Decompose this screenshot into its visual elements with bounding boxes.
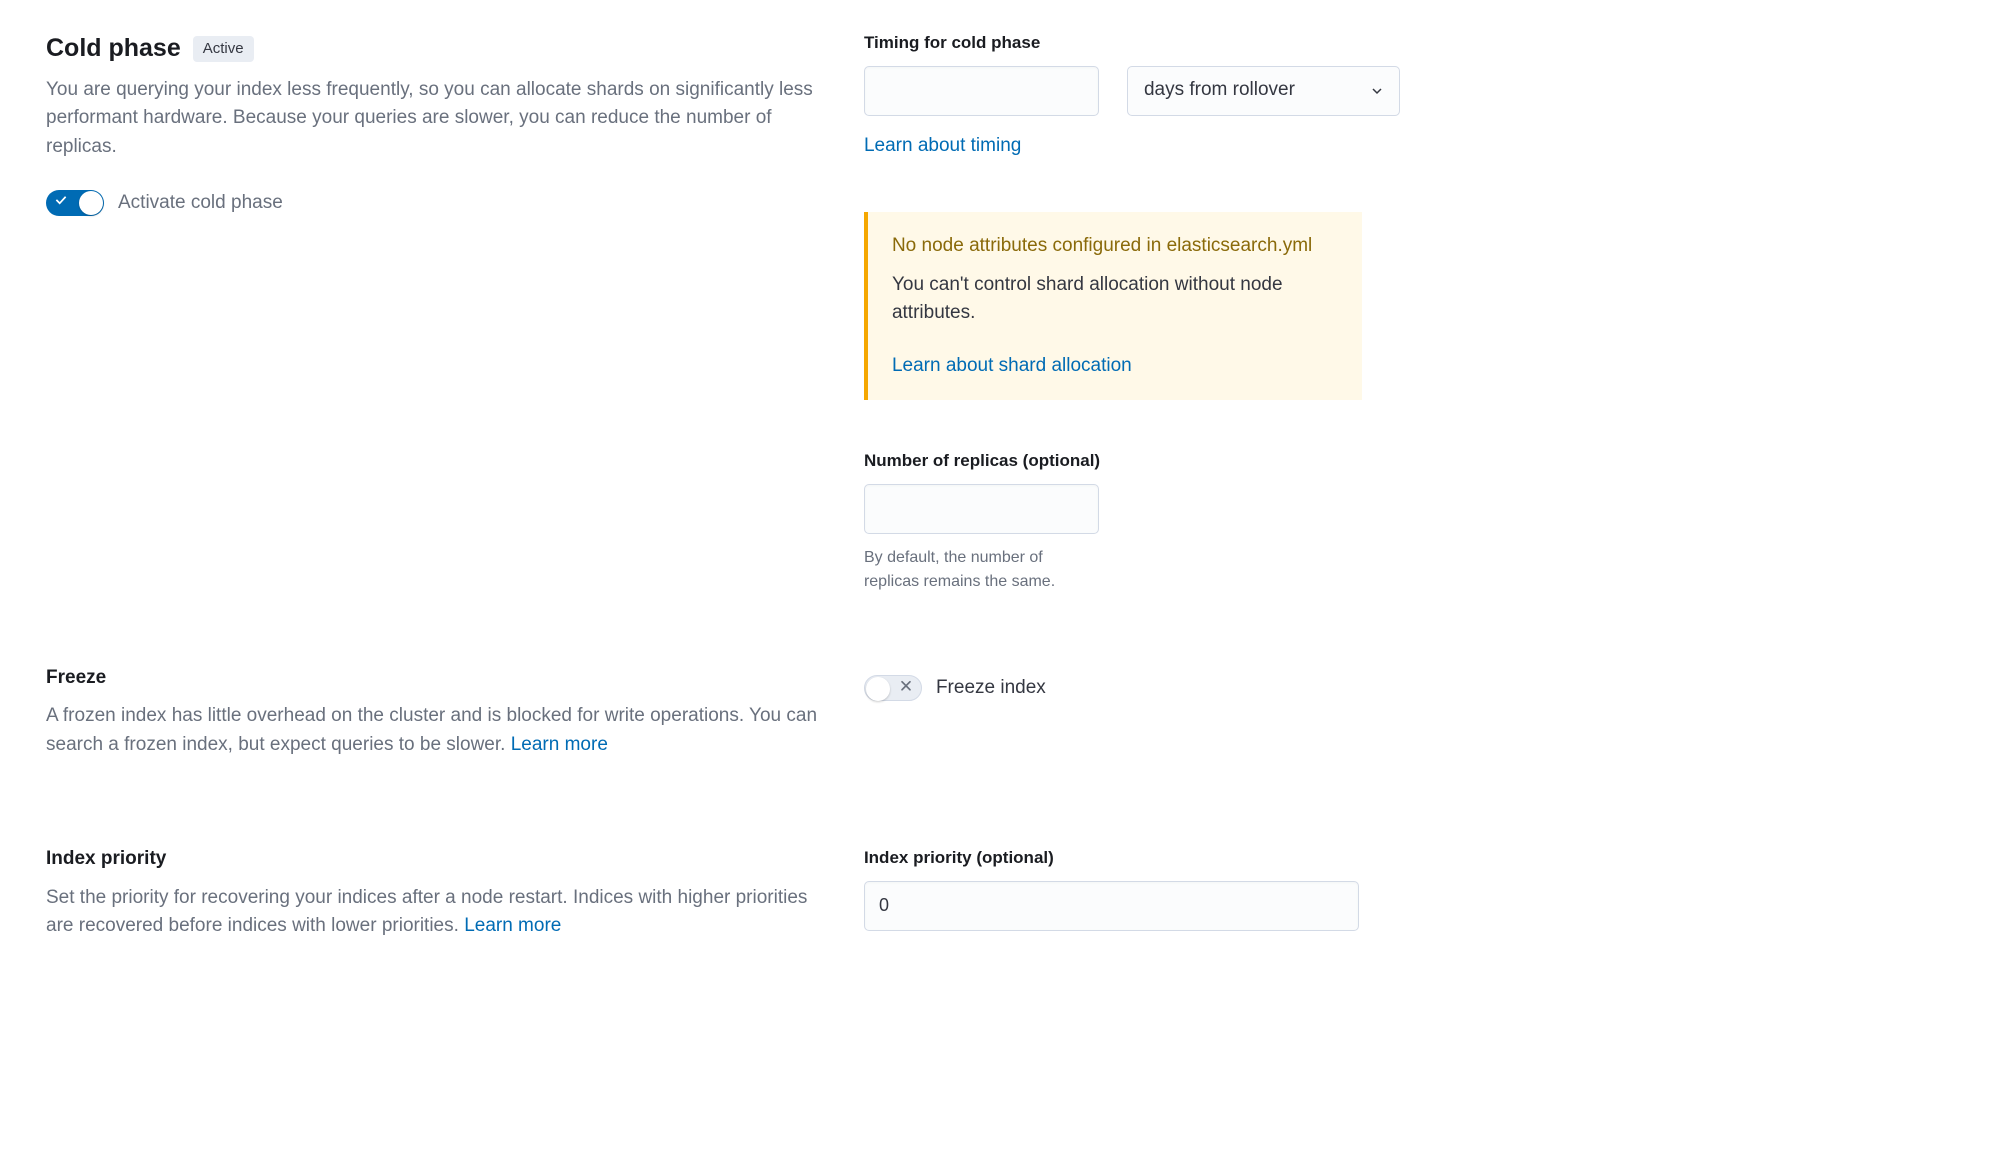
index-priority-description: Set the priority for recovering your ind… [46,884,830,941]
cold-phase-description: You are querying your index less frequen… [46,76,830,162]
callout-title: No node attributes configured in elastic… [892,232,1338,261]
cross-icon [900,677,912,700]
replicas-input[interactable] [864,484,1099,534]
timing-label: Timing for cold phase [864,30,1714,56]
check-icon [54,193,68,214]
index-priority-input[interactable] [864,881,1359,931]
index-priority-description-text: Set the priority for recovering your ind… [46,887,807,937]
freeze-learn-more-link[interactable]: Learn more [511,734,608,755]
learn-timing-link[interactable]: Learn about timing [864,135,1021,156]
replicas-label: Number of replicas (optional) [864,448,1714,474]
node-attributes-callout: No node attributes configured in elastic… [864,212,1362,400]
activate-cold-phase-label: Activate cold phase [118,189,283,218]
learn-shard-allocation-link[interactable]: Learn about shard allocation [892,355,1132,376]
replicas-help: By default, the number of replicas remai… [864,546,1099,594]
timing-input[interactable] [864,66,1099,116]
freeze-index-toggle[interactable] [864,675,922,701]
timing-unit-select[interactable]: days from rollover [1127,66,1400,116]
index-priority-learn-more-link[interactable]: Learn more [464,915,561,936]
freeze-description: A frozen index has little overhead on th… [46,702,830,759]
chevron-down-icon [1369,83,1385,99]
freeze-index-label: Freeze index [936,674,1046,703]
freeze-description-text: A frozen index has little overhead on th… [46,705,817,755]
cold-phase-title: Cold phase [46,30,181,68]
timing-unit-value: days from rollover [1144,76,1295,105]
callout-body: You can't control shard allocation witho… [892,271,1338,328]
index-priority-field-label: Index priority (optional) [864,845,1714,871]
index-priority-title: Index priority [46,845,830,874]
activate-cold-phase-toggle[interactable] [46,190,104,216]
freeze-title: Freeze [46,664,830,693]
active-badge: Active [193,36,254,63]
